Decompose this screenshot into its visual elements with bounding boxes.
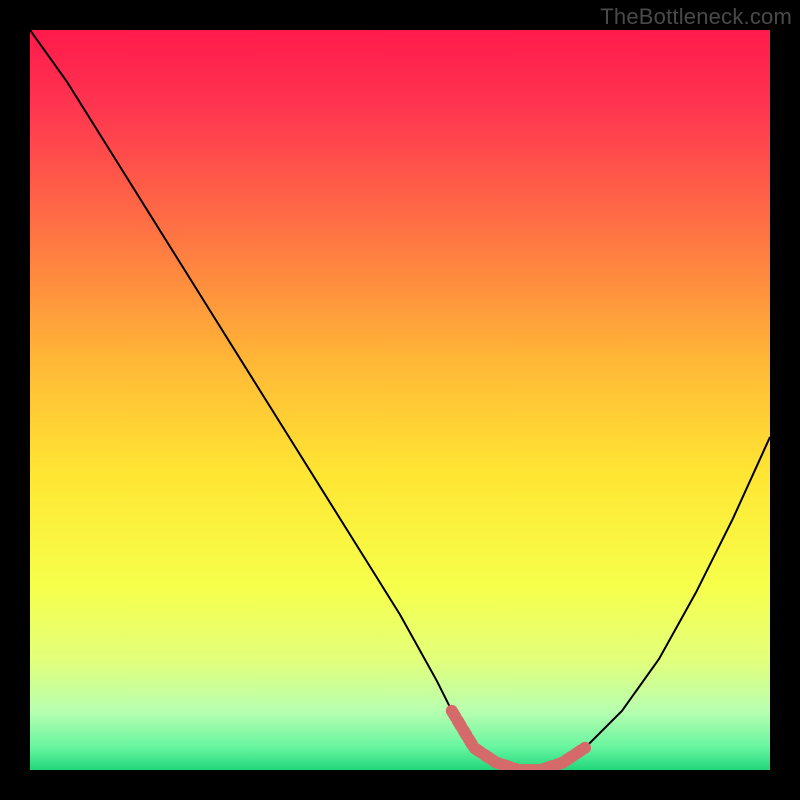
curve-layer: [30, 30, 770, 770]
highlight-segment: [452, 711, 585, 770]
bottleneck-curve: [30, 30, 770, 770]
plot-area: [30, 30, 770, 770]
watermark-text: TheBottleneck.com: [600, 4, 792, 30]
chart-frame: TheBottleneck.com: [0, 0, 800, 800]
